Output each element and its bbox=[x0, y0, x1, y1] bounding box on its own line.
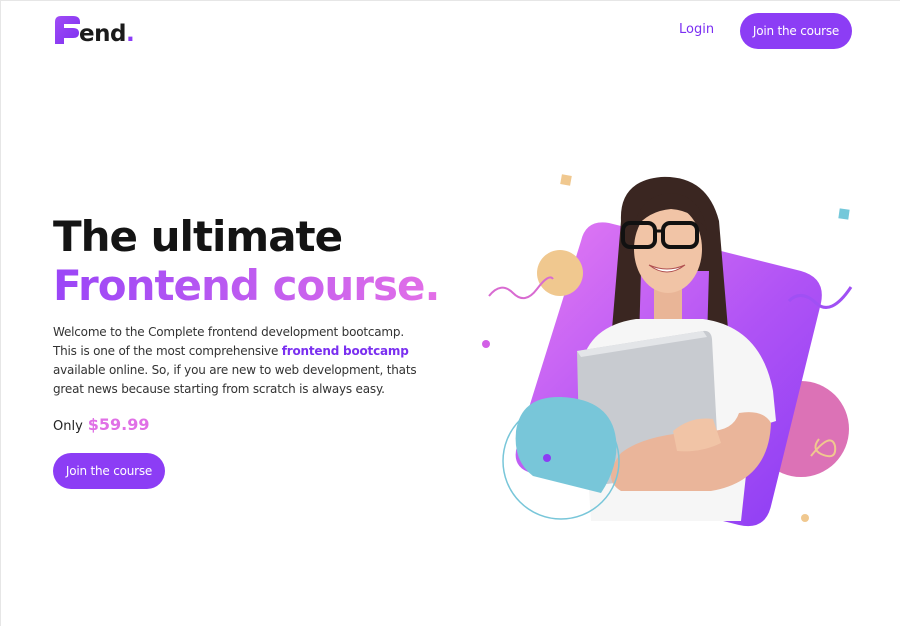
student-with-laptop-icon bbox=[482, 174, 853, 527]
price-value: $59.99 bbox=[87, 415, 150, 434]
header-join-button[interactable]: Join the course bbox=[740, 13, 852, 49]
description-highlight: frontend bootcamp bbox=[281, 344, 409, 358]
login-link[interactable]: Login bbox=[679, 22, 714, 37]
logo-text: end bbox=[79, 21, 126, 47]
price-row: Only $59.99 bbox=[53, 415, 150, 434]
landing-page: end. Login Join the course The ultimate … bbox=[0, 0, 900, 626]
hero-description: Welcome to the Complete frontend develop… bbox=[53, 323, 423, 399]
logo-mark-icon bbox=[53, 14, 80, 46]
hero-title-line1: The ultimate bbox=[53, 212, 343, 261]
hero-illustration bbox=[471, 161, 871, 541]
description-text-2: available online. So, if you are new to … bbox=[53, 363, 417, 396]
hero-join-button[interactable]: Join the course bbox=[53, 453, 165, 489]
hero-title-line2: Frontend course. bbox=[53, 261, 440, 310]
brand-logo[interactable]: end. bbox=[53, 12, 135, 46]
logo-dot: . bbox=[125, 21, 135, 47]
site-header: end. Login Join the course bbox=[1, 1, 900, 61]
hero-title: The ultimate Frontend course. bbox=[53, 212, 440, 311]
price-label: Only bbox=[53, 419, 83, 434]
